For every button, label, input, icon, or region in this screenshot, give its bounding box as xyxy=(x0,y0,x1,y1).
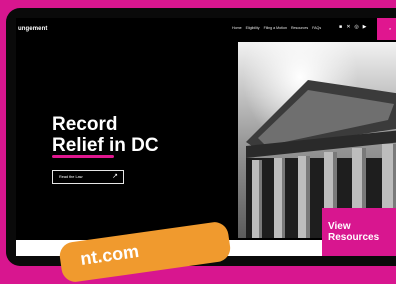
top-navigation: ungement Home Eligibility Filing a Motio… xyxy=(16,18,396,40)
nav-link-filing[interactable]: Filing a Motion xyxy=(264,26,287,30)
hero-title-line2: Relief in DC xyxy=(52,135,159,156)
title-underline xyxy=(52,155,114,158)
nav-link-faqs[interactable]: FAQs xyxy=(312,26,321,30)
hero-title: Record Relief in DC xyxy=(52,114,159,156)
nav-link-home[interactable]: Home xyxy=(232,26,242,30)
site-logo[interactable]: ungement xyxy=(18,26,47,32)
view-resources-button[interactable]: View Resources xyxy=(322,208,396,256)
read-the-law-button[interactable]: Read the Law ↗ xyxy=(52,170,124,184)
external-arrow-icon: ↗ xyxy=(112,173,118,180)
read-the-law-label: Read the Law xyxy=(59,175,83,179)
nav-links: Home Eligibility Filing a Motion Resourc… xyxy=(232,26,321,30)
view-resources-line2: Resources xyxy=(328,232,380,243)
x-icon[interactable]: ✕ xyxy=(346,25,351,30)
hero-title-line1: Record xyxy=(52,114,118,135)
instagram-icon[interactable]: ◎ xyxy=(354,25,359,30)
website-screen: ungement Home Eligibility Filing a Motio… xyxy=(16,18,396,256)
nav-link-eligibility[interactable]: Eligibility xyxy=(246,26,260,30)
view-resources-line1: View xyxy=(328,221,351,232)
nav-link-resources[interactable]: Resources xyxy=(291,26,308,30)
nav-search-button[interactable]: ⌕ xyxy=(377,18,396,40)
youtube-icon[interactable]: ▶ xyxy=(362,25,367,30)
search-icon: ⌕ xyxy=(389,26,392,31)
social-links: ■ ✕ ◎ ▶ xyxy=(338,25,367,30)
view-resources-label: View Resources xyxy=(328,221,379,243)
facebook-icon[interactable]: ■ xyxy=(338,25,343,30)
